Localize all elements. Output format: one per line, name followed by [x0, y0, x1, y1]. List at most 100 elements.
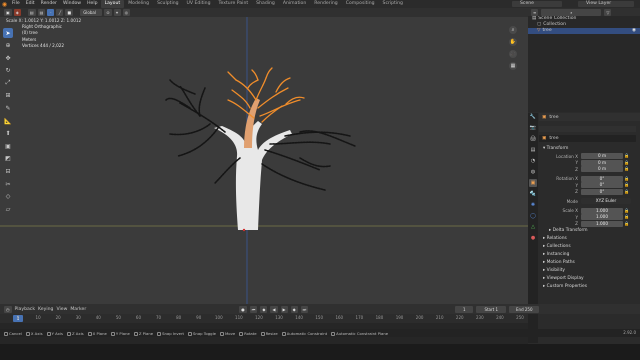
prev-keyframe-icon[interactable]: ◆	[260, 305, 268, 313]
lock-icon[interactable]: 🔒	[623, 214, 631, 220]
rotate-tool-icon[interactable]: ↻	[3, 66, 13, 76]
snap-button[interactable]: ⌖	[113, 9, 121, 16]
scale-y-field[interactable]: 1.000	[581, 214, 623, 221]
rotation-mode-dropdown[interactable]: XYZ Euler	[581, 198, 631, 205]
transform-header[interactable]: ▾ Transform	[539, 145, 640, 153]
next-keyframe-icon[interactable]: ◆	[290, 305, 298, 313]
output-tab-icon[interactable]: 🖨	[529, 135, 537, 143]
view-menu[interactable]: ▤	[27, 9, 36, 16]
lock-icon[interactable]: 🔒	[623, 176, 631, 182]
tab-shading[interactable]: Shading	[252, 0, 279, 8]
face-select-button[interactable]: ■	[65, 9, 74, 16]
knife-tool-icon[interactable]: ✂	[3, 179, 13, 189]
play-reverse-icon[interactable]: ◀	[270, 305, 278, 313]
shrink-tool-icon[interactable]: ◇	[3, 192, 13, 202]
tab-texture-paint[interactable]: Texture Paint	[215, 0, 253, 8]
location-z-field[interactable]: 0 m	[581, 166, 623, 173]
lock-icon[interactable]: 🔒	[623, 189, 631, 195]
visibility-section[interactable]: ▸ Visibility	[539, 267, 640, 275]
jump-end-icon[interactable]: ⏭	[300, 305, 309, 313]
scale-x-field[interactable]: 1.000	[581, 207, 623, 214]
extrude-tool-icon[interactable]: ⬆	[3, 129, 13, 139]
particles-tab-icon[interactable]: ✺	[529, 201, 537, 209]
menu-render[interactable]: Render	[38, 0, 60, 8]
render-tab-icon[interactable]: 📷	[529, 124, 537, 132]
vertex-select-button[interactable]: ·	[47, 9, 55, 16]
data-tab-icon[interactable]: △	[529, 223, 537, 231]
object-tab-icon[interactable]: ▣	[529, 179, 537, 187]
delta-transform-section[interactable]: ▸ Delta Transform	[539, 227, 640, 235]
transform-tool-icon[interactable]: ⊞	[3, 91, 13, 101]
viewport-display-section[interactable]: ▸ Viewport Display	[539, 275, 640, 283]
filter-icon[interactable]: ▽	[604, 8, 612, 16]
viewport-canvas[interactable]	[0, 8, 528, 304]
tab-scripting[interactable]: Scripting	[379, 0, 407, 8]
material-tab-icon[interactable]: ●	[529, 234, 537, 242]
outliner-row-tree[interactable]: ▽ tree ◉	[528, 28, 640, 34]
pan-hand-icon[interactable]: ✋	[509, 38, 517, 46]
inset-tool-icon[interactable]: ▣	[3, 141, 13, 151]
tool-tab-icon[interactable]: 🔧	[529, 113, 537, 121]
timeline-editor-type-button[interactable]: ◷	[4, 305, 12, 313]
edge-select-button[interactable]: ╱	[56, 9, 64, 16]
move-tool-icon[interactable]: ✥	[3, 53, 13, 63]
tab-sculpting[interactable]: Sculpting	[153, 0, 182, 8]
view-layer-tab-icon[interactable]: ▤	[529, 146, 537, 154]
transform-orientation-dropdown[interactable]: Global	[80, 9, 103, 16]
scene-tab-icon[interactable]: ◔	[529, 157, 537, 165]
location-x-field[interactable]: 0 m	[581, 153, 623, 160]
shear-tool-icon[interactable]: ▱	[3, 204, 13, 214]
start-frame-field[interactable]: Start 1	[476, 305, 507, 313]
lock-icon[interactable]: 🔒	[623, 182, 631, 188]
editor-type-button[interactable]: ▣	[4, 9, 12, 16]
marker-menu[interactable]: Marker	[70, 307, 86, 312]
relations-section[interactable]: ▸ Relations	[539, 235, 640, 243]
jump-start-icon[interactable]: ⏮	[249, 305, 258, 313]
camera-view-icon[interactable]: 🎥	[509, 50, 517, 58]
outliner-search-input[interactable]: ⌕	[541, 8, 602, 16]
tab-uv-editing[interactable]: UV Editing	[183, 0, 215, 8]
record-button[interactable]: ●	[239, 305, 247, 313]
collections-section[interactable]: ▸ Collections	[539, 243, 640, 251]
visibility-eye-icon[interactable]: ◉	[632, 28, 640, 34]
annotate-tool-icon[interactable]: ✎	[3, 104, 13, 114]
scale-z-field[interactable]: 1.000	[581, 220, 623, 227]
keying-menu[interactable]: Keying	[38, 307, 53, 312]
instancing-section[interactable]: ▸ Instancing	[539, 251, 640, 259]
menu-file[interactable]: File	[9, 0, 23, 8]
menu-edit[interactable]: Edit	[23, 0, 38, 8]
menu-window[interactable]: Window	[60, 0, 84, 8]
current-frame-field[interactable]: 1	[455, 305, 474, 313]
zoom-icon[interactable]: ⌕	[509, 26, 517, 34]
outliner-editor-type-button[interactable]: ≡	[531, 8, 539, 16]
lock-icon[interactable]: 🔒	[623, 153, 631, 159]
end-frame-field[interactable]: End 250	[509, 305, 540, 313]
tab-rendering[interactable]: Rendering	[310, 0, 341, 8]
physics-tab-icon[interactable]: ◯	[529, 212, 537, 220]
scene-selector[interactable]: Scene	[512, 1, 562, 7]
object-name-field[interactable]: ▣ tree	[539, 135, 636, 142]
rotation-z-field[interactable]: 0°	[581, 188, 623, 195]
lock-icon[interactable]: 🔒	[623, 166, 631, 172]
lock-icon[interactable]: 🔒	[623, 160, 631, 166]
select-box-tool-icon[interactable]: ➤	[3, 28, 13, 38]
play-icon[interactable]: ▶	[280, 305, 288, 313]
location-y-field[interactable]: 0 m	[581, 159, 623, 166]
cursor-tool-icon[interactable]: ⊕	[3, 41, 13, 51]
timeline-ruler[interactable]: 1 0 10 20 30 40 50 60 70 80 90 100 110 120 130 140 150 1…	[0, 314, 528, 323]
playback-menu[interactable]: Playback	[15, 307, 36, 312]
tab-layout[interactable]: Layout	[100, 0, 125, 8]
measure-tool-icon[interactable]: 📐	[3, 116, 13, 126]
menu-help[interactable]: Help	[84, 0, 100, 8]
modifier-tab-icon[interactable]: 🔩	[529, 190, 537, 198]
tab-modeling[interactable]: Modeling	[124, 0, 153, 8]
blender-logo-icon[interactable]: ◉	[0, 0, 9, 8]
edit-mode-button[interactable]: ◈	[13, 9, 21, 16]
world-tab-icon[interactable]: ◍	[529, 168, 537, 176]
loop-cut-tool-icon[interactable]: ⊟	[3, 167, 13, 177]
3d-viewport[interactable]	[0, 8, 528, 304]
properties-search-input[interactable]	[539, 126, 636, 132]
motion-paths-section[interactable]: ▸ Motion Paths	[539, 259, 640, 267]
tab-compositing[interactable]: Compositing	[342, 0, 379, 8]
view-menu[interactable]: View	[56, 307, 67, 312]
